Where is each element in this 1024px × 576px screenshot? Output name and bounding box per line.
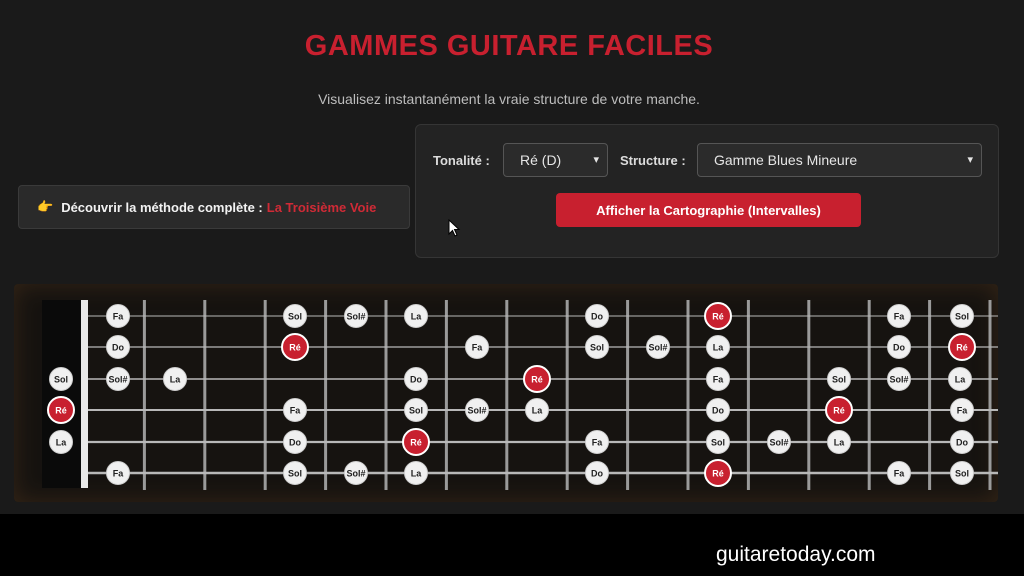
note-label: La: [955, 375, 966, 385]
note-label: Fa: [957, 406, 968, 416]
note-label: La: [532, 406, 543, 416]
structure-label: Structure :: [620, 153, 686, 168]
mouse-cursor-icon: [448, 219, 461, 237]
note-label: Ré: [833, 406, 845, 416]
fret-wire: [928, 300, 932, 490]
note-label: Sol#: [467, 406, 486, 416]
note-label: Fa: [290, 406, 301, 416]
fret-wire: [384, 300, 388, 490]
note-label: Ré: [55, 406, 67, 416]
note-label: Sol: [955, 312, 969, 322]
note-label: Fa: [113, 312, 124, 322]
pointing-hand-icon: 👉: [37, 199, 54, 214]
note-label: Sol#: [108, 375, 127, 385]
nut: [81, 300, 88, 488]
fret-wire: [142, 300, 146, 490]
method-link[interactable]: La Troisième Voie: [267, 200, 377, 215]
footer-bar: guitaretoday.com: [0, 514, 1024, 576]
note-label: La: [56, 438, 67, 448]
fret-wire: [565, 300, 569, 490]
note-label: Ré: [531, 375, 543, 385]
note-label: Sol: [590, 343, 604, 353]
page-subtitle: Visualisez instantanément la vraie struc…: [318, 91, 700, 107]
note-label: Ré: [712, 312, 724, 322]
note-label: Fa: [472, 343, 483, 353]
note-label: La: [411, 312, 422, 322]
structure-select[interactable]: Gamme Blues Mineure ▾: [697, 143, 982, 177]
fret-wire: [444, 300, 448, 490]
chevron-down-icon: ▾: [967, 154, 973, 166]
note-label: Ré: [289, 343, 301, 353]
note-label: Ré: [956, 343, 968, 353]
note-label: Do: [591, 312, 603, 322]
note-label: Fa: [113, 469, 124, 479]
note-label: Ré: [410, 438, 422, 448]
note-label: Sol: [832, 375, 846, 385]
note-label: Do: [591, 469, 603, 479]
note-label: Sol#: [346, 469, 365, 479]
fret-wire: [807, 300, 811, 490]
show-map-button[interactable]: Afficher la Cartographie (Intervalles): [556, 193, 861, 227]
note-label: La: [834, 438, 845, 448]
method-promo-banner: 👉 Découvrir la méthode complète : La Tro…: [18, 185, 410, 229]
tonality-label: Tonalité :: [433, 153, 490, 168]
note-label: Do: [289, 438, 301, 448]
note-label: Sol: [409, 406, 423, 416]
fret-wire: [686, 300, 690, 490]
note-label: Sol#: [346, 312, 365, 322]
tonality-value: Ré (D): [520, 152, 562, 168]
note-label: Fa: [592, 438, 603, 448]
fretboard-container: Fa Sol Sol# La Do Ré Fa Sol Do Ré Fa Sol Sol# La Do Ré S…: [14, 284, 998, 502]
note-label: Fa: [713, 375, 724, 385]
note-label: Sol#: [889, 375, 908, 385]
note-label: Sol#: [648, 343, 667, 353]
note-label: La: [411, 469, 422, 479]
note-label: La: [170, 375, 181, 385]
controls-panel: Tonalité : Ré (D) ▾ Structure : Gamme Bl…: [415, 124, 999, 258]
note-label: La: [713, 343, 724, 353]
note-label: Do: [112, 343, 124, 353]
note-label: Ré: [712, 469, 724, 479]
fret-wire: [746, 300, 750, 490]
note-label: Sol: [955, 469, 969, 479]
promo-text: Découvrir la méthode complète :: [61, 199, 263, 215]
structure-value: Gamme Blues Mineure: [714, 152, 858, 168]
fret-wire: [324, 300, 328, 490]
tonality-select[interactable]: Ré (D) ▾: [503, 143, 608, 177]
fret-wire: [988, 300, 992, 490]
note-label: Do: [712, 406, 724, 416]
fretboard-diagram: Fa Sol Sol# La Do Ré Fa Sol Do Ré Fa Sol Sol# La Do Ré S…: [42, 300, 998, 490]
note-label: Fa: [894, 312, 905, 322]
fret-wire: [505, 300, 509, 490]
note-label: Sol: [288, 469, 302, 479]
note-label: Sol: [54, 375, 68, 385]
fret-wire: [626, 300, 630, 490]
fret-wire: [203, 300, 207, 490]
note-label: Sol#: [769, 438, 788, 448]
page-title: GAMMES GUITARE FACILES: [304, 30, 714, 62]
note-label: Do: [956, 438, 968, 448]
open-string-area: [42, 300, 82, 488]
note-label: Do: [893, 343, 905, 353]
note-label: Do: [410, 375, 422, 385]
fret-wire: [263, 300, 267, 490]
note-label: Fa: [894, 469, 905, 479]
watermark-text: guitaretoday.com: [716, 543, 876, 566]
note-label: Sol: [288, 312, 302, 322]
fret-wire: [867, 300, 871, 490]
note-label: Sol: [711, 438, 725, 448]
chevron-down-icon: ▾: [593, 154, 599, 166]
